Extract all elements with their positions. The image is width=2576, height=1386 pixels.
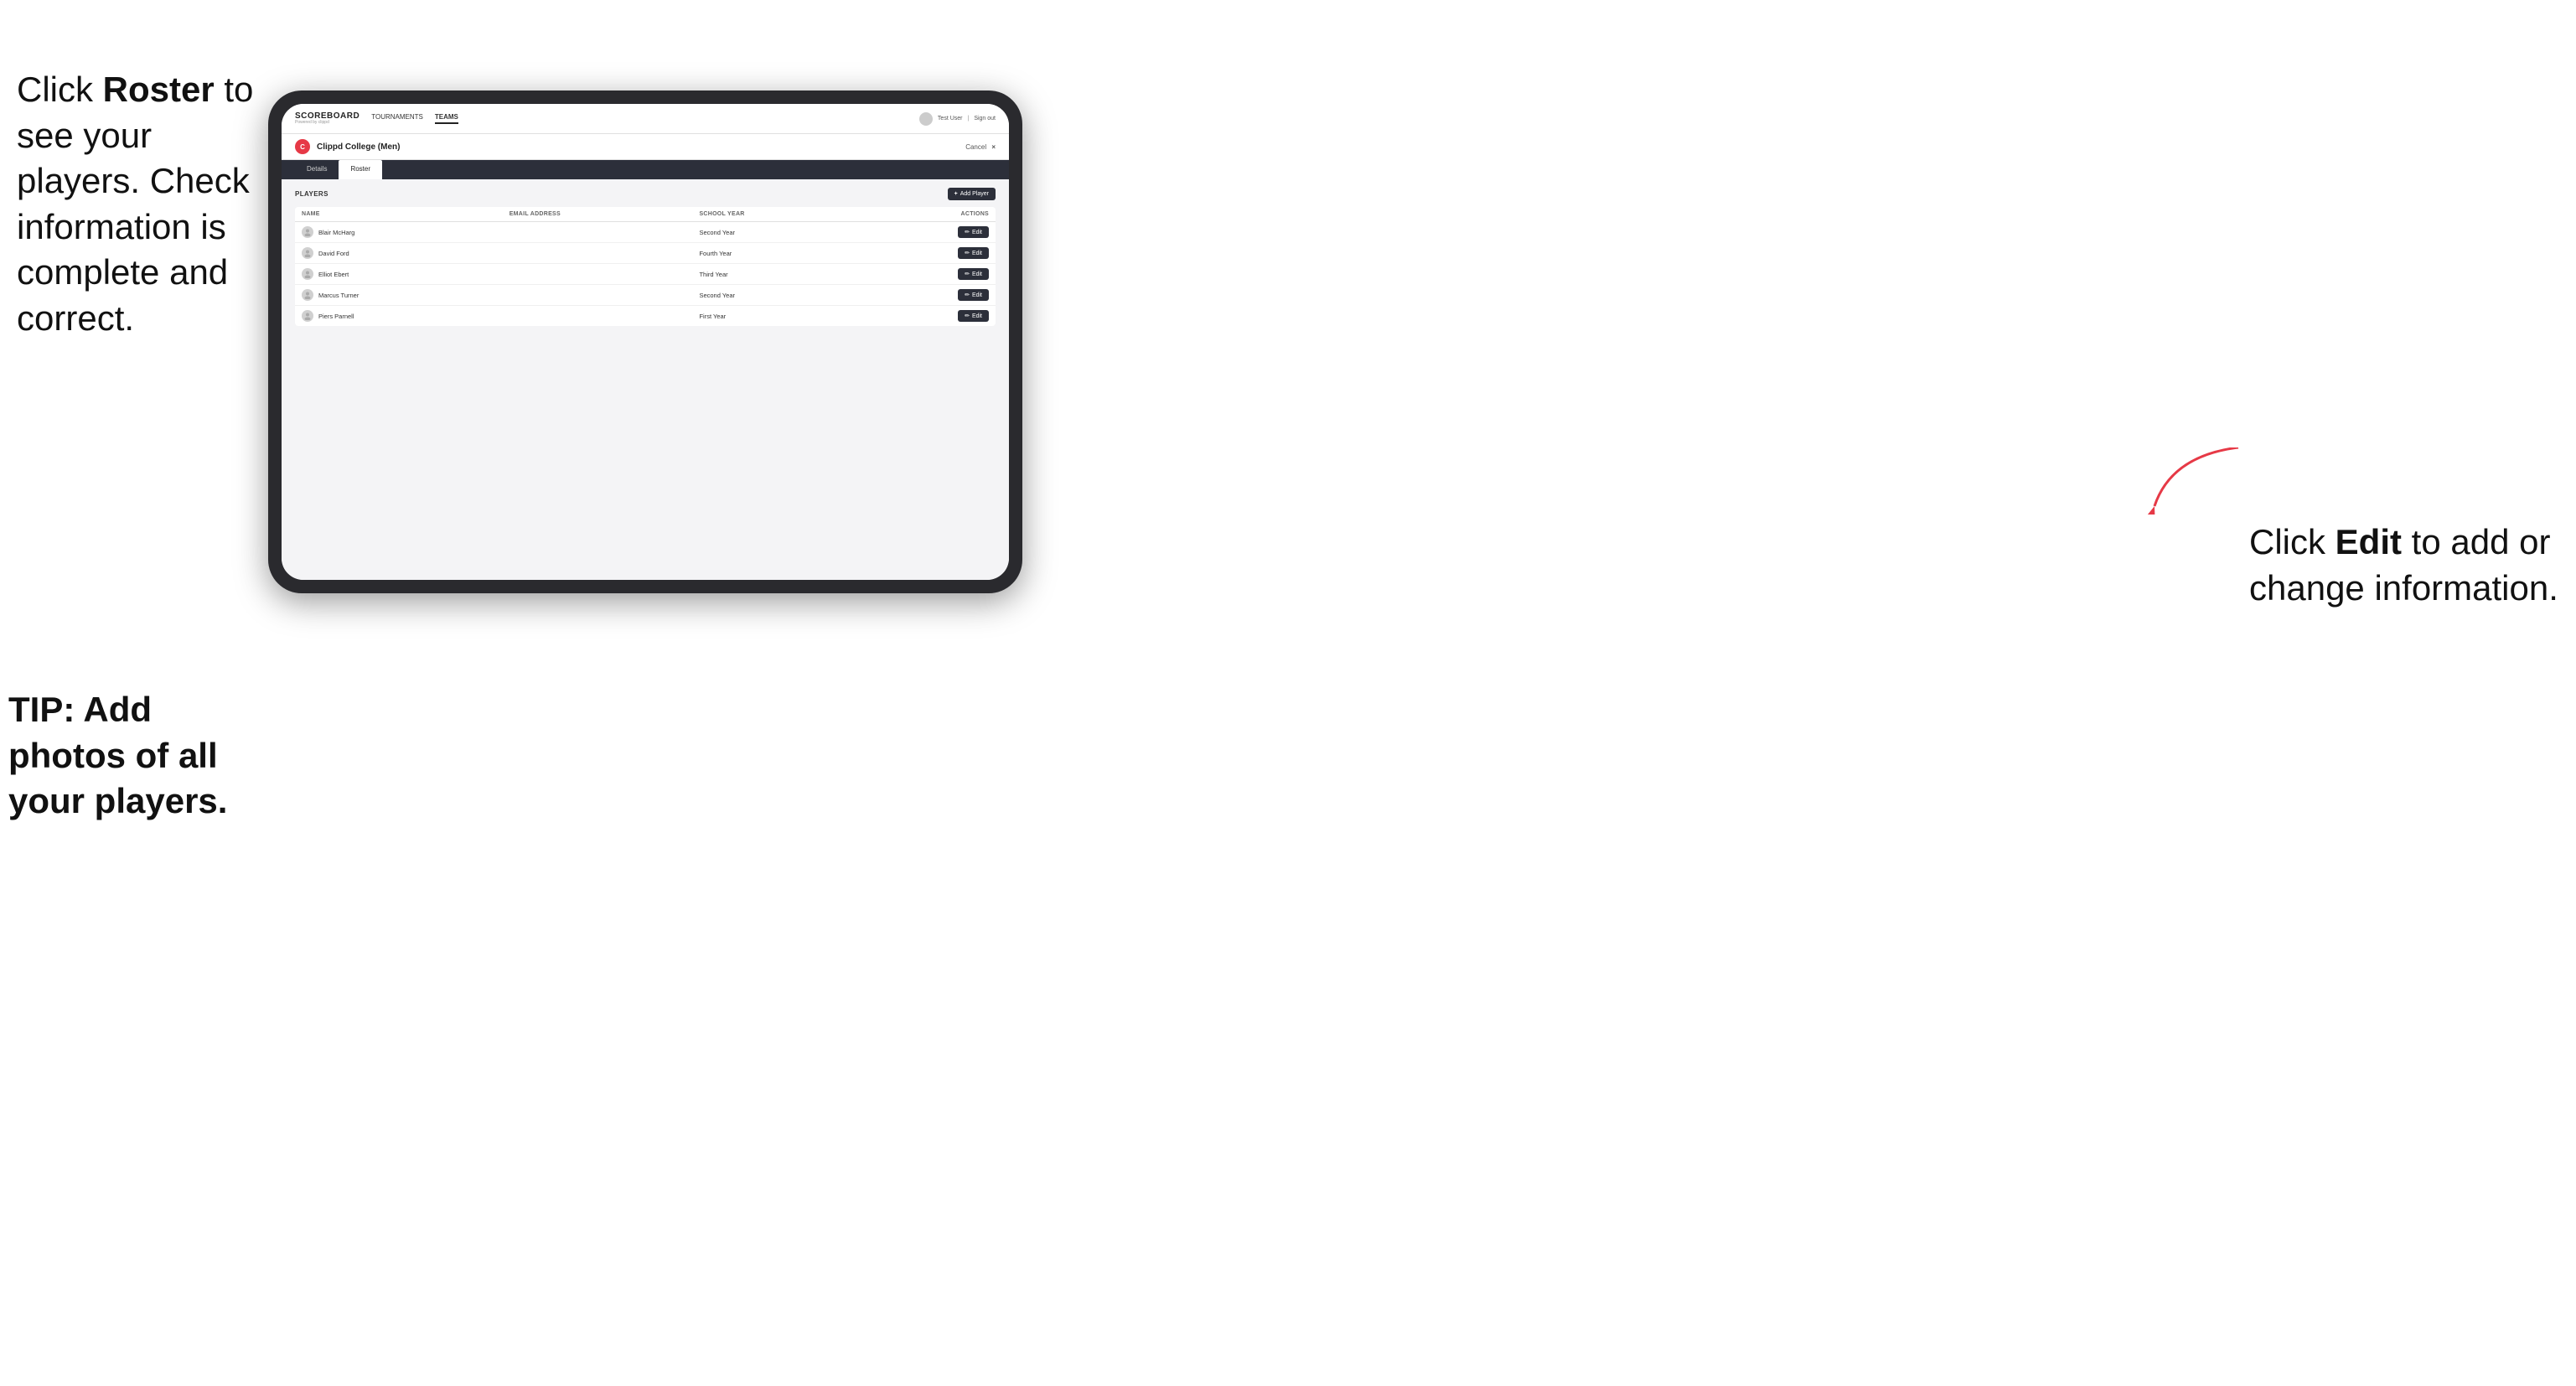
nav-separator: | xyxy=(967,116,969,122)
user-avatar xyxy=(919,112,933,126)
nav-link-tournaments[interactable]: TOURNAMENTS xyxy=(371,113,423,124)
brand-sub: Powered by clippd xyxy=(295,121,360,125)
edit-label: Edit xyxy=(972,292,982,298)
right-annotation: Click Edit to add or change information. xyxy=(2249,520,2559,611)
add-player-label: Add Player xyxy=(960,191,989,197)
team-header: C Clippd College (Men) Cancel × xyxy=(282,134,1009,160)
team-icon: C xyxy=(295,139,310,154)
tab-roster[interactable]: Roster xyxy=(339,160,382,179)
team-name-row: C Clippd College (Men) xyxy=(295,139,400,154)
col-school-year: SCHOOL YEAR xyxy=(692,207,865,222)
nav-right: Test User | Sign out xyxy=(919,112,996,126)
player-avatar xyxy=(302,289,313,301)
table-row: Elliot Ebert Third Year ✏ Edit xyxy=(295,264,996,285)
content-area: PLAYERS + Add Player NAME EMAIL ADDRESS … xyxy=(282,179,1009,580)
player-name: Blair McHarg xyxy=(318,229,354,236)
players-header: PLAYERS + Add Player xyxy=(295,188,996,200)
player-avatar xyxy=(302,310,313,322)
edit-button[interactable]: ✏ Edit xyxy=(958,289,989,301)
team-name: Clippd College (Men) xyxy=(317,142,400,152)
roster-bold: Roster xyxy=(103,70,215,109)
player-actions-cell: ✏ Edit xyxy=(866,243,996,264)
tip-annotation: TIP: Add photos of all your players. xyxy=(8,687,260,825)
player-year-cell: Third Year xyxy=(692,264,865,285)
pencil-icon: ✏ xyxy=(965,292,970,298)
roster-table: NAME EMAIL ADDRESS SCHOOL YEAR ACTIONS B… xyxy=(295,207,996,326)
cancel-x-icon: × xyxy=(991,143,996,151)
player-name: David Ford xyxy=(318,250,349,257)
table-row: David Ford Fourth Year ✏ Edit xyxy=(295,243,996,264)
tablet-device: SCOREBOARD Powered by clippd TOURNAMENTS… xyxy=(268,91,1022,593)
nav-bar: SCOREBOARD Powered by clippd TOURNAMENTS… xyxy=(282,104,1009,134)
sign-out-link[interactable]: Sign out xyxy=(974,116,996,122)
player-year-cell: Second Year xyxy=(692,285,865,306)
tabs-row: Details Roster xyxy=(282,160,1009,179)
player-name: Marcus Turner xyxy=(318,292,359,299)
nav-links: TOURNAMENTS TEAMS xyxy=(371,113,458,124)
player-name-cell: Blair McHarg xyxy=(295,222,503,243)
player-email-cell xyxy=(503,222,693,243)
edit-label: Edit xyxy=(972,272,982,277)
player-actions-cell: ✏ Edit xyxy=(866,285,996,306)
player-name-cell: David Ford xyxy=(295,243,503,264)
pencil-icon: ✏ xyxy=(965,271,970,277)
player-actions-cell: ✏ Edit xyxy=(866,306,996,327)
edit-button[interactable]: ✏ Edit xyxy=(958,247,989,259)
player-actions-cell: ✏ Edit xyxy=(866,222,996,243)
brand: SCOREBOARD Powered by clippd xyxy=(295,112,360,125)
pencil-icon: ✏ xyxy=(965,250,970,256)
left-annotation: Click Roster to see your players. Check … xyxy=(17,67,260,342)
tablet-screen: SCOREBOARD Powered by clippd TOURNAMENTS… xyxy=(282,104,1009,580)
player-year-cell: First Year xyxy=(692,306,865,327)
edit-button[interactable]: ✏ Edit xyxy=(958,226,989,238)
user-name: Test User xyxy=(938,116,963,122)
col-actions: ACTIONS xyxy=(866,207,996,222)
edit-bold: Edit xyxy=(2335,522,2402,561)
nav-link-teams[interactable]: TEAMS xyxy=(435,113,458,124)
edit-label: Edit xyxy=(972,313,982,319)
player-actions-cell: ✏ Edit xyxy=(866,264,996,285)
edit-label: Edit xyxy=(972,251,982,256)
plus-icon: + xyxy=(954,191,958,197)
edit-button[interactable]: ✏ Edit xyxy=(958,268,989,280)
edit-button[interactable]: ✏ Edit xyxy=(958,310,989,322)
player-email-cell xyxy=(503,264,693,285)
player-name: Elliot Ebert xyxy=(318,271,349,278)
player-email-cell xyxy=(503,285,693,306)
tab-details[interactable]: Details xyxy=(295,160,339,179)
player-name: Piers Parnell xyxy=(318,313,354,320)
edit-label: Edit xyxy=(972,230,982,235)
edit-arrow xyxy=(2146,447,2247,515)
table-row: Marcus Turner Second Year ✏ Edit xyxy=(295,285,996,306)
table-row: Piers Parnell First Year ✏ Edit xyxy=(295,306,996,327)
table-row: Blair McHarg Second Year ✏ Edit xyxy=(295,222,996,243)
players-label: PLAYERS xyxy=(295,190,328,198)
player-avatar xyxy=(302,247,313,259)
player-email-cell xyxy=(503,243,693,264)
col-name: NAME xyxy=(295,207,503,222)
player-name-cell: Piers Parnell xyxy=(295,306,503,327)
player-year-cell: Fourth Year xyxy=(692,243,865,264)
player-name-cell: Elliot Ebert xyxy=(295,264,503,285)
player-avatar xyxy=(302,268,313,280)
cancel-button[interactable]: Cancel × xyxy=(965,143,996,151)
nav-left: SCOREBOARD Powered by clippd TOURNAMENTS… xyxy=(295,112,458,125)
add-player-button[interactable]: + Add Player xyxy=(948,188,996,200)
player-year-cell: Second Year xyxy=(692,222,865,243)
player-name-cell: Marcus Turner xyxy=(295,285,503,306)
player-avatar xyxy=(302,226,313,238)
col-email: EMAIL ADDRESS xyxy=(503,207,693,222)
pencil-icon: ✏ xyxy=(965,229,970,235)
pencil-icon: ✏ xyxy=(965,313,970,319)
player-email-cell xyxy=(503,306,693,327)
